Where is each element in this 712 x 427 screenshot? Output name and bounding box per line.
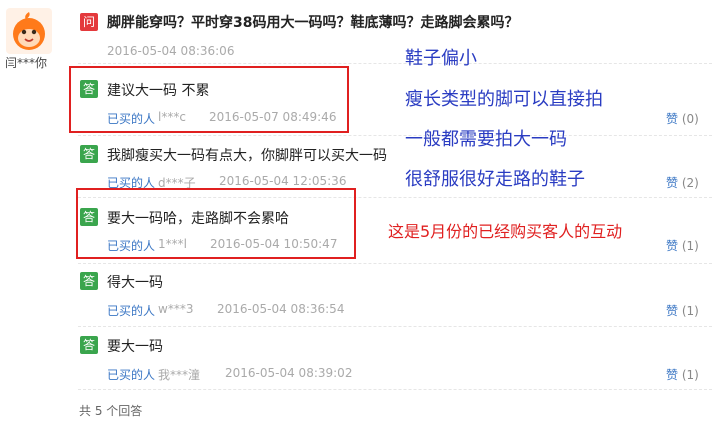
like-label: 赞: [666, 304, 679, 318]
like-count: (0): [681, 112, 699, 126]
like-button[interactable]: 赞 (2): [666, 174, 699, 191]
answer-date: 2016-05-04 12:05:36: [219, 174, 347, 188]
answer-text: 我脚瘦买大一码有点大，你脚胖可以买大一码: [107, 148, 387, 164]
annotation-note: 瘦长类型的脚可以直接拍: [405, 89, 603, 110]
question-date: 2016-05-04 08:36:06: [107, 44, 235, 58]
answer-date: 2016-05-04 08:36:54: [217, 302, 345, 316]
divider: [78, 263, 712, 264]
like-button[interactable]: 赞 (0): [666, 110, 699, 127]
divider: [78, 63, 712, 64]
buyer-label[interactable]: 已买的人: [107, 302, 155, 319]
buyer-label[interactable]: 已买的人: [107, 366, 155, 383]
like-label: 赞: [666, 112, 679, 126]
question-badge: 问: [80, 13, 98, 31]
divider: [78, 389, 712, 390]
answer-badge: 答: [80, 336, 98, 354]
annotation-note: 一般都需要拍大一码: [405, 129, 567, 150]
like-label: 赞: [666, 239, 679, 253]
annotation-note: 鞋子偏小: [405, 48, 477, 69]
answer-date: 2016-05-04 08:39:02: [225, 366, 353, 380]
answer-user: w***3: [158, 302, 194, 316]
like-label: 赞: [666, 176, 679, 190]
answer-user: 我***潼: [158, 368, 201, 382]
like-count: (1): [681, 368, 699, 382]
like-button[interactable]: 赞 (1): [666, 237, 699, 254]
answer-count: 共 5 个回答: [79, 404, 143, 418]
divider: [78, 326, 712, 327]
like-label: 赞: [666, 368, 679, 382]
annotation-red-note: 这是5月份的已经购买客人的互动: [388, 222, 623, 241]
avatar: [6, 8, 52, 54]
highlight-box: [76, 188, 356, 259]
divider: [78, 135, 712, 136]
asker-name: 闫***你: [5, 56, 48, 70]
like-count: (1): [681, 304, 699, 318]
like-button[interactable]: 赞 (1): [666, 366, 699, 383]
answer-badge: 答: [80, 145, 98, 163]
answer-text: 要大一码: [107, 339, 163, 355]
annotation-note: 很舒服很好走路的鞋子: [405, 169, 585, 190]
answer-badge: 答: [80, 272, 98, 290]
like-count: (1): [681, 239, 699, 253]
like-button[interactable]: 赞 (1): [666, 302, 699, 319]
highlight-box: [69, 66, 349, 133]
answer-text: 得大一码: [107, 275, 163, 291]
question-text: 脚胖能穿吗？平时穿38码用大一码吗？鞋底薄吗？走路脚会累吗？: [107, 15, 519, 31]
like-count: (2): [681, 176, 699, 190]
